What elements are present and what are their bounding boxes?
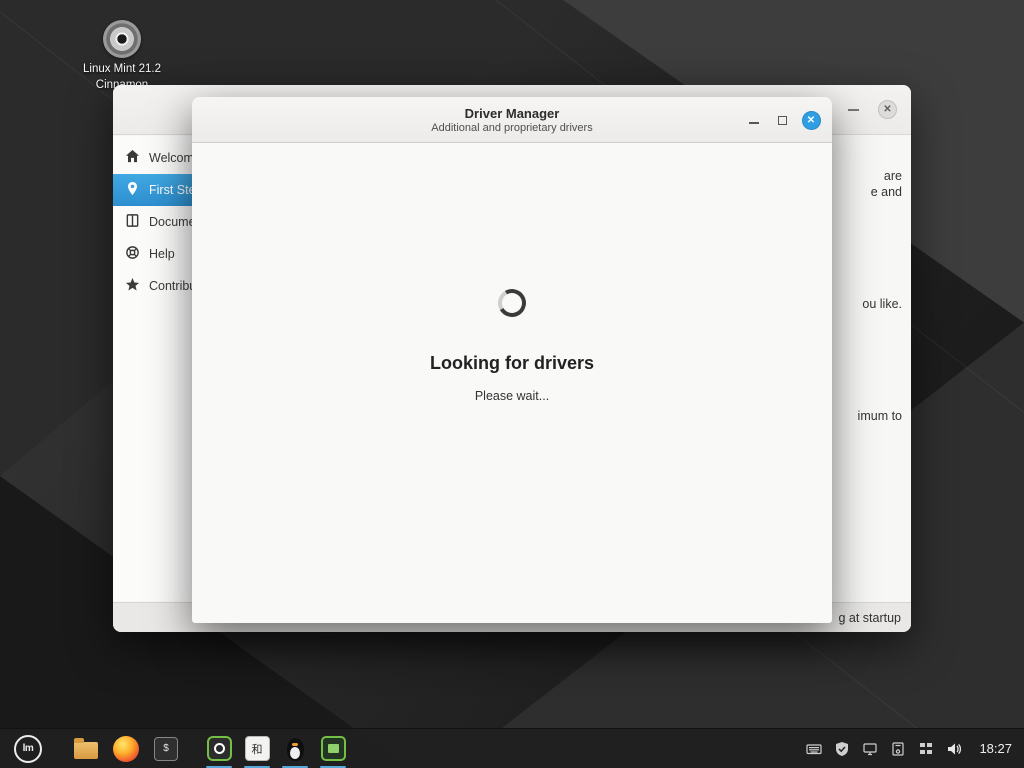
removable-media-icon[interactable] xyxy=(889,740,907,758)
home-icon xyxy=(125,149,140,167)
mint-logo-icon: lm xyxy=(14,735,42,763)
loading-heading: Looking for drivers xyxy=(430,353,594,374)
welcome-app-icon xyxy=(207,736,232,761)
files-launcher[interactable] xyxy=(66,729,106,768)
loading-spinner-icon xyxy=(495,286,529,320)
character-map-icon: 和 xyxy=(245,736,270,761)
close-icon: ✕ xyxy=(802,111,821,130)
maximize-icon xyxy=(778,116,787,125)
mint-menu-button[interactable]: lm xyxy=(8,729,48,768)
maximize-button[interactable] xyxy=(770,97,794,143)
show-at-startup-label[interactable]: g at startup xyxy=(838,611,901,625)
close-button[interactable]: ✕ xyxy=(878,100,897,119)
desktop-icon-install-disc[interactable]: Linux Mint 21.2 Cinnamon xyxy=(72,20,172,93)
window-title: Driver Manager xyxy=(465,106,560,121)
firefox-icon xyxy=(113,736,139,762)
volume-icon[interactable] xyxy=(945,740,963,758)
disc-icon xyxy=(103,20,141,58)
window-subtitle: Additional and proprietary drivers xyxy=(431,122,592,134)
loading-status: Please wait... xyxy=(475,389,549,403)
driver-manager-window: Driver Manager Additional and proprietar… xyxy=(192,97,832,623)
welcome-text-fragment: e and xyxy=(871,185,902,199)
clock[interactable]: 18:27 xyxy=(979,741,1012,756)
keyboard-layout-icon[interactable] xyxy=(805,740,823,758)
update-manager-shield-icon[interactable] xyxy=(833,740,851,758)
taskbar: lm $ 和 xyxy=(0,728,1024,768)
window-button-welcome-app[interactable] xyxy=(200,729,238,768)
book-icon xyxy=(125,213,140,231)
help-icon xyxy=(125,245,140,263)
close-button[interactable]: ✕ xyxy=(798,97,824,143)
star-icon xyxy=(125,277,140,295)
terminal-launcher[interactable]: $ xyxy=(146,729,186,768)
minimize-button[interactable] xyxy=(742,97,766,143)
terminal-icon: $ xyxy=(154,737,178,761)
window-button-software-manager[interactable] xyxy=(314,729,352,768)
firefox-launcher[interactable] xyxy=(106,729,146,768)
folder-icon xyxy=(74,742,98,759)
minimize-icon[interactable] xyxy=(848,109,859,111)
window-button-character-map[interactable]: 和 xyxy=(238,729,276,768)
network-icon[interactable] xyxy=(861,740,879,758)
driver-manager-body: Looking for drivers Please wait... xyxy=(192,143,832,623)
green-window-icon xyxy=(321,736,346,761)
window-button-driver-manager[interactable] xyxy=(276,729,314,768)
workspaces-icon[interactable] xyxy=(917,740,935,758)
welcome-text-fragment: imum to xyxy=(858,409,902,423)
desktop-icon-label-line1: Linux Mint 21.2 xyxy=(72,62,172,78)
system-tray: 18:27 xyxy=(805,740,1016,758)
welcome-text-fragment: ou like. xyxy=(862,297,902,311)
driver-manager-titlebar[interactable]: Driver Manager Additional and proprietar… xyxy=(192,97,832,143)
desktop: Linux Mint 21.2 Cinnamon ✕ Welcome First… xyxy=(0,0,1024,768)
map-pin-icon xyxy=(125,181,140,199)
sidebar-item-label: Help xyxy=(149,247,175,261)
tux-penguin-icon xyxy=(287,738,304,761)
minimize-icon xyxy=(749,122,759,124)
welcome-text-fragment: are xyxy=(884,169,902,183)
